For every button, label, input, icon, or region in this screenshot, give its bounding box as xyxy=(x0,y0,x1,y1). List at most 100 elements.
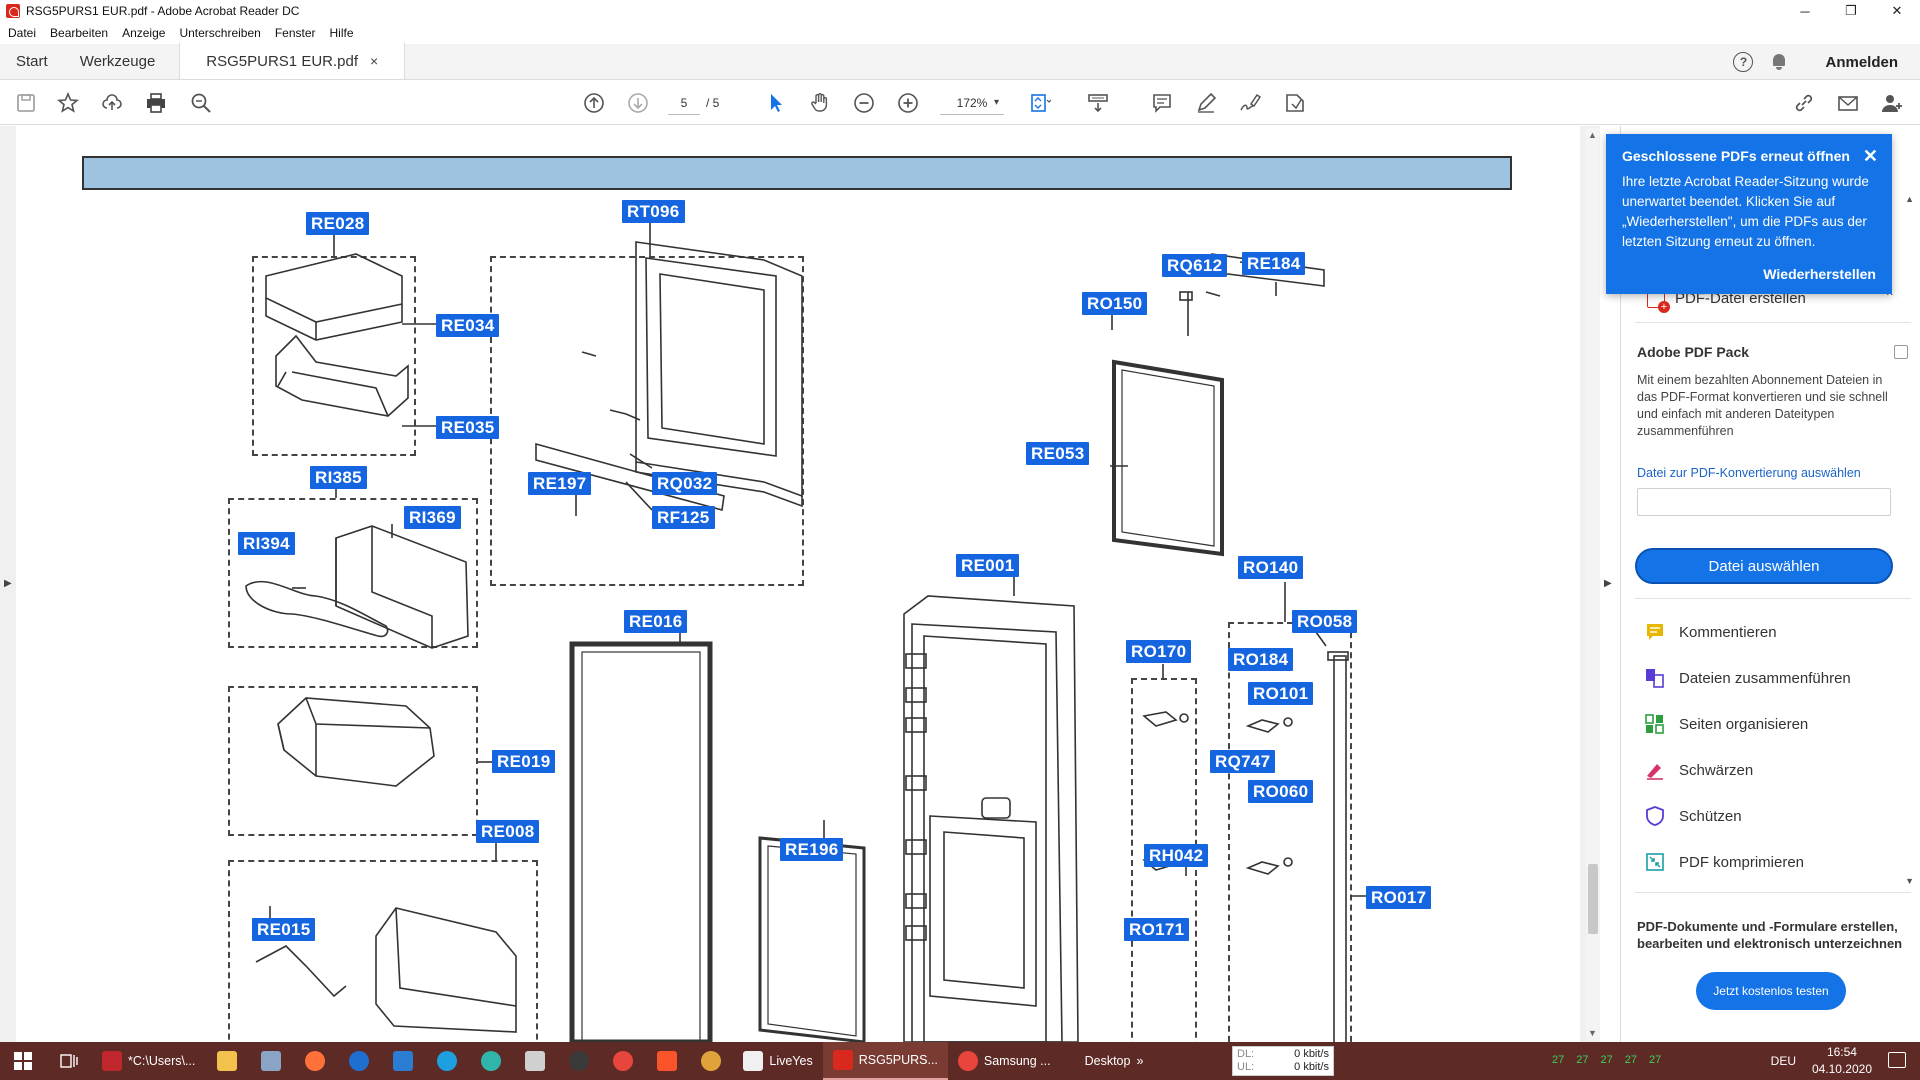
edge-icon[interactable] xyxy=(469,1042,513,1080)
taskbar-explorer-path[interactable]: *C:\Users\... xyxy=(92,1042,205,1080)
menu-file[interactable]: Datei xyxy=(8,26,36,40)
internet-explorer-icon[interactable] xyxy=(425,1042,469,1080)
sign-icon[interactable] xyxy=(1238,91,1262,115)
part-label-re197: RE197 xyxy=(528,472,592,495)
free-trial-button[interactable]: Jetzt kostenlos testen xyxy=(1696,972,1846,1010)
part-label-re008: RE008 xyxy=(476,820,540,843)
tool-redact-label: Schwärzen xyxy=(1679,761,1754,779)
task-view-icon[interactable] xyxy=(46,1042,92,1080)
taskbar-liveyes[interactable]: LiveYes xyxy=(733,1042,822,1080)
tab-document[interactable]: RSG5PURS1 EUR.pdf × xyxy=(179,43,406,79)
help-icon[interactable]: ? xyxy=(1733,52,1754,72)
part-label-rf125: RF125 xyxy=(652,506,715,529)
part-label-re019: RE019 xyxy=(492,750,556,773)
menu-edit[interactable]: Bearbeiten xyxy=(50,26,108,40)
menu-help[interactable]: Hilfe xyxy=(330,26,354,40)
mail-icon[interactable] xyxy=(1836,91,1860,115)
link-icon[interactable] xyxy=(1792,91,1816,115)
tool-combine-files[interactable]: Dateien zusammenführen xyxy=(1645,668,1851,688)
desktop-chevron-icon: » xyxy=(1136,1054,1144,1068)
system-clock[interactable]: 16:54 04.10.2020 xyxy=(1812,1044,1872,1078)
tab-close-icon[interactable]: × xyxy=(370,53,378,69)
upload-cloud-icon[interactable] xyxy=(100,91,124,115)
bluetooth-icon[interactable] xyxy=(337,1042,381,1080)
part-label-re001: RE001 xyxy=(956,554,1020,577)
restore-session-notification: Geschlossene PDFs erneut öffnen ✕ Ihre l… xyxy=(1606,134,1892,294)
zoom-dropdown-icon[interactable]: ▾ xyxy=(994,97,999,108)
pen-icon[interactable] xyxy=(1194,91,1218,115)
tab-start[interactable]: Start xyxy=(0,43,64,79)
taskbar-acrobat[interactable]: RSG5PURS... xyxy=(822,1042,948,1080)
menu-window[interactable]: Fenster xyxy=(275,26,316,40)
page-number-input[interactable]: 5 xyxy=(668,91,700,115)
restore-button[interactable]: Wiederherstellen xyxy=(1763,266,1876,282)
zoom-out-icon[interactable] xyxy=(852,91,876,115)
select-file-link[interactable]: Datei zur PDF-Konvertierung auswählen xyxy=(1637,466,1861,480)
hand-icon[interactable] xyxy=(808,91,832,115)
right-panel-toggle-icon[interactable]: ▶ xyxy=(1604,578,1612,589)
pane-scroll-up-icon[interactable]: ▲ xyxy=(1905,194,1914,204)
menu-view[interactable]: Anzeige xyxy=(122,26,165,40)
chrome-icon[interactable] xyxy=(601,1042,645,1080)
tool-compress-pdf[interactable]: PDF komprimieren xyxy=(1645,852,1804,872)
taskbar-samsung[interactable]: Samsung ... xyxy=(948,1042,1061,1080)
windows-start-icon[interactable] xyxy=(0,1042,46,1080)
tool-redact[interactable]: Schwärzen xyxy=(1645,760,1753,780)
add-user-icon[interactable] xyxy=(1880,91,1904,115)
select-file-button[interactable]: Datei auswählen xyxy=(1635,548,1893,584)
fit-page-icon[interactable] xyxy=(1028,91,1052,115)
tray-num: 27 xyxy=(1552,1054,1565,1066)
bell-icon[interactable] xyxy=(1771,53,1787,71)
pane-scroll-down-icon[interactable]: ▼ xyxy=(1905,876,1914,886)
calculator-icon[interactable] xyxy=(513,1042,557,1080)
tool-organize-pages-label: Seiten organisieren xyxy=(1679,715,1809,733)
file-input-field[interactable] xyxy=(1637,488,1891,516)
tool-organize-pages[interactable]: Seiten organisieren xyxy=(1645,714,1808,734)
comment-icon xyxy=(1645,622,1665,642)
menu-sign[interactable]: Unterschreiben xyxy=(179,26,260,40)
part-label-rq032: RQ032 xyxy=(652,472,718,495)
shield-icon xyxy=(1645,806,1665,826)
language-indicator[interactable]: DEU xyxy=(1771,1054,1796,1068)
close-window-button[interactable]: ✕ xyxy=(1874,0,1920,22)
person-app-icon[interactable] xyxy=(557,1042,601,1080)
part-label-ro171: RO171 xyxy=(1124,918,1190,941)
scroll-up-icon[interactable]: ▲ xyxy=(1588,130,1597,140)
tab-tools[interactable]: Werkzeuge xyxy=(64,43,172,79)
app-icon[interactable] xyxy=(689,1042,733,1080)
left-panel-toggle-icon[interactable]: ▶ xyxy=(4,578,12,589)
scrollbar-thumb[interactable] xyxy=(1588,864,1598,934)
tool-protect[interactable]: Schützen xyxy=(1645,806,1742,826)
scroll-down-icon[interactable]: ▼ xyxy=(1588,1028,1597,1038)
comment-icon[interactable] xyxy=(1150,91,1174,115)
pdf-pack-title: Adobe PDF Pack xyxy=(1637,344,1750,360)
save-icon[interactable] xyxy=(14,91,38,115)
brave-icon[interactable] xyxy=(645,1042,689,1080)
windows-app-icon[interactable] xyxy=(249,1042,293,1080)
copy-icon[interactable] xyxy=(1894,345,1908,359)
redact-icon xyxy=(1645,760,1665,780)
desktop-toolbar[interactable]: Desktop » xyxy=(1075,1042,1154,1080)
zoom-in-icon[interactable] xyxy=(896,91,920,115)
share-icon[interactable] xyxy=(1282,91,1306,115)
notification-close-icon[interactable]: ✕ xyxy=(1863,146,1878,167)
print-icon[interactable] xyxy=(144,91,168,115)
action-center-icon[interactable] xyxy=(1888,1052,1906,1068)
minimize-button[interactable]: ─ xyxy=(1782,0,1828,22)
tool-comment-label: Kommentieren xyxy=(1679,623,1777,641)
page-down-icon[interactable] xyxy=(626,91,650,115)
scroll-mode-icon[interactable] xyxy=(1086,91,1110,115)
mail-app-icon[interactable] xyxy=(381,1042,425,1080)
maximize-button[interactable]: ❐ xyxy=(1828,0,1874,22)
document-scrollbar[interactable]: ▲ ▼ xyxy=(1586,128,1600,1040)
tool-comment[interactable]: Kommentieren xyxy=(1645,622,1777,642)
firefox-icon[interactable] xyxy=(293,1042,337,1080)
star-icon[interactable] xyxy=(56,91,80,115)
page-up-icon[interactable] xyxy=(582,91,606,115)
window-title: RSG5PURS1 EUR.pdf - Adobe Acrobat Reader… xyxy=(26,4,300,18)
sign-in-button[interactable]: Anmelden xyxy=(1825,54,1898,71)
document-viewport[interactable]: RE028 RE034 RE035 RT096 RI385 RI369 RI39… xyxy=(0,126,1600,1042)
select-arrow-icon[interactable] xyxy=(764,91,788,115)
search-zoom-icon[interactable] xyxy=(189,91,213,115)
file-explorer-icon[interactable] xyxy=(205,1042,249,1080)
